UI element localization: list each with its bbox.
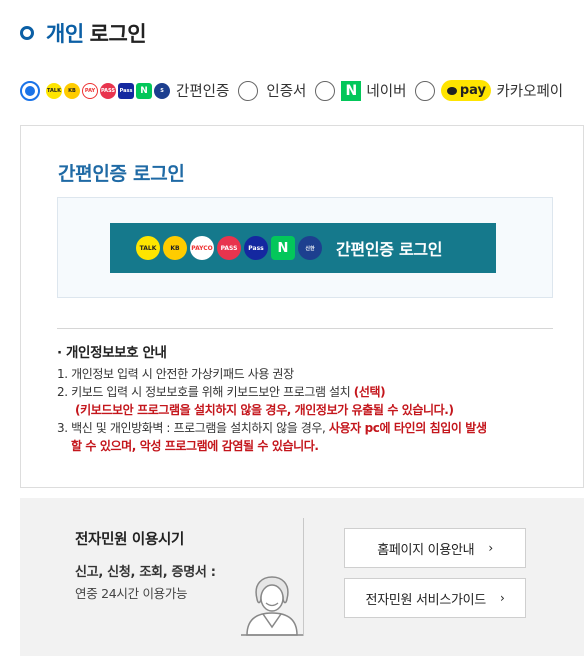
optional-tag: (선택): [353, 385, 386, 399]
login-method-label: 간편인증: [176, 84, 230, 100]
service-hours-value: 연중 24시간 이용가능: [75, 586, 188, 601]
samsung-pass-icon: Pass: [118, 82, 134, 99]
chevron-right-icon: ›: [488, 541, 493, 555]
naver-icon: N: [271, 236, 295, 260]
login-method-label: 인증서: [266, 84, 307, 100]
samsung-pass-icon: Pass: [244, 236, 268, 260]
login-method-label: 네이버: [366, 84, 407, 100]
service-hours-subtitle: 신고, 신청, 조회, 증명서 :: [75, 565, 216, 580]
privacy-notice-heading: · 개인정보보호 안내: [57, 345, 167, 361]
divider: [57, 328, 553, 329]
service-guide-button[interactable]: 전자민원 서비스가이드 ›: [344, 578, 526, 618]
radio-easy-auth[interactable]: [20, 80, 40, 101]
page-title: 개인 로그인: [20, 18, 147, 48]
notice-item-3: 3. 백신 및 개인방화벽 : 프로그램을 설치하지 않을 경우, 사용자 pc…: [57, 421, 487, 435]
kb-icon: KB: [163, 236, 187, 260]
login-method-easy-auth[interactable]: TALK KB PAY PASS Pass N S 간편인증: [20, 80, 229, 101]
radio-certificate[interactable]: [238, 80, 259, 101]
easy-auth-login-button[interactable]: TALK KB PAYCO PASS Pass N 신한 간편인증 로그인: [110, 223, 496, 273]
kakaopay-logo-icon: pay: [441, 80, 492, 101]
chevron-right-icon: ›: [499, 591, 505, 605]
login-method-selector: TALK KB PAY PASS Pass N S 간편인증 인증서 N 네이버…: [20, 80, 572, 101]
radio-kakaopay[interactable]: [415, 80, 436, 101]
radio-naver[interactable]: [315, 80, 336, 101]
notice-item-3-warning: 할 수 있으며, 악성 프로그램에 감염될 수 있습니다.: [71, 439, 319, 453]
kb-icon: KB: [64, 82, 80, 99]
easy-auth-button-label: 간편인증 로그인: [336, 240, 443, 259]
notice-item-2-warning: (키보드보안 프로그램을 설치하지 않을 경우, 개인정보가 유출될 수 있습니…: [75, 403, 454, 417]
pass-icon: PASS: [100, 82, 116, 99]
notice-item-1: 1. 개인정보 입력 시 안전한 가상키패드 사용 권장: [57, 367, 294, 381]
speech-bubble-icon: [446, 86, 457, 95]
easy-auth-box: TALK KB PAYCO PASS Pass N 신한 간편인증 로그인: [57, 197, 553, 298]
payco-icon: PAY: [82, 82, 98, 99]
page-title-accent: 개인: [46, 22, 84, 46]
person-illustration-icon: [241, 576, 303, 636]
service-hours-title: 전자민원 이용시기: [75, 532, 185, 548]
login-method-certificate[interactable]: 인증서: [238, 80, 306, 101]
homepage-guide-button[interactable]: 홈페이지 이용안내 ›: [344, 528, 526, 568]
title-bullet-icon: [20, 26, 34, 40]
privacy-notice: · 개인정보보호 안내 1. 개인정보 입력 시 안전한 가상키패드 사용 권장…: [57, 344, 577, 455]
provider-icons-mini: TALK KB PAY PASS Pass N S: [46, 82, 172, 99]
login-method-label: 카카오페이: [496, 84, 564, 100]
pass-icon: PASS: [217, 236, 241, 260]
naver-icon: N: [136, 82, 152, 99]
naver-logo-icon: N: [341, 80, 362, 101]
shinhan-icon: S: [154, 82, 170, 99]
page-title-rest: 로그인: [89, 22, 147, 46]
notice-item-2: 2. 키보드 입력 시 정보보호를 위해 키보드보안 프로그램 설치 (선택): [57, 385, 386, 399]
easy-auth-title: 간편인증 로그인: [58, 163, 185, 185]
easy-auth-panel: 간편인증 로그인 TALK KB PAYCO PASS Pass N 신한 간편…: [20, 125, 584, 488]
login-method-naver[interactable]: N 네이버: [315, 80, 406, 101]
login-method-kakaopay[interactable]: pay 카카오페이: [415, 80, 563, 101]
service-info-section: 전자민원 이용시기 신고, 신청, 조회, 증명서 : 연중 24시간 이용가능…: [20, 498, 584, 656]
payco-icon: PAYCO: [190, 236, 214, 260]
vertical-divider: [303, 518, 304, 636]
kakaotalk-icon: TALK: [136, 236, 160, 260]
shinhan-icon: 신한: [298, 236, 322, 260]
kakaotalk-icon: TALK: [46, 82, 62, 99]
